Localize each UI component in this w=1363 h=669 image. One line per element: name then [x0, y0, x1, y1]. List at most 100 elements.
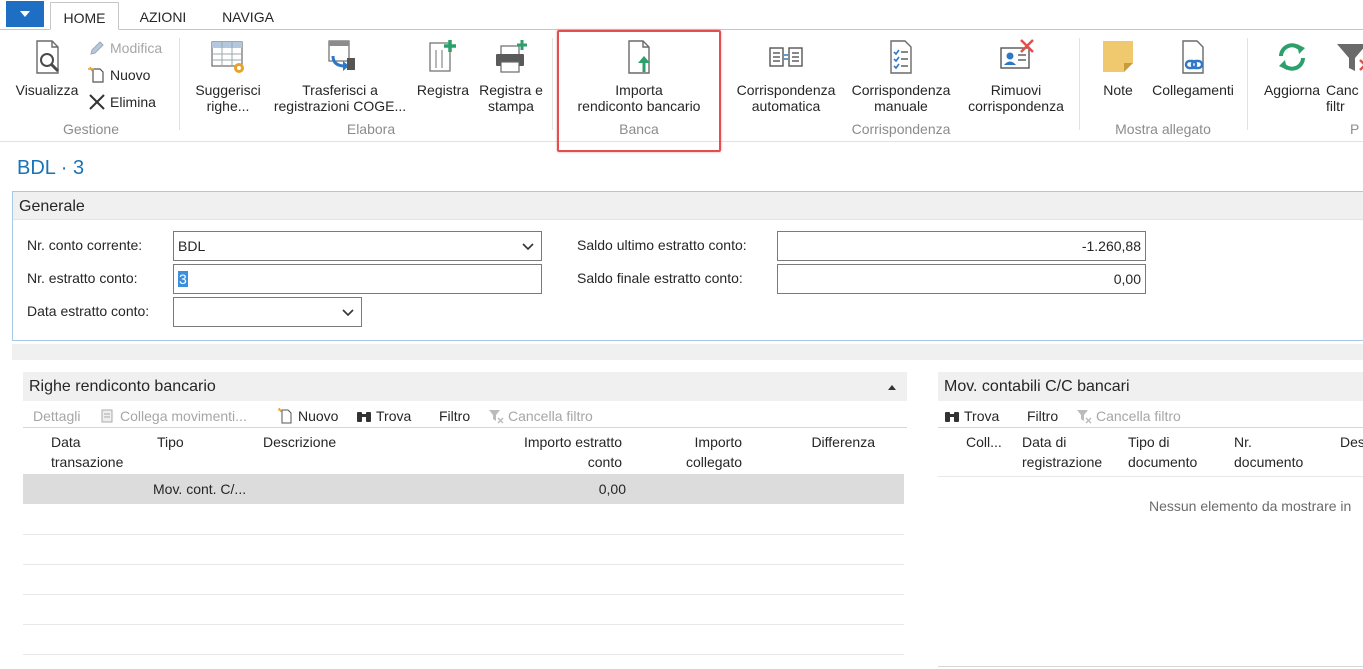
refresh-icon	[1279, 43, 1305, 71]
link-document-icon	[1182, 40, 1204, 74]
view-document-icon	[36, 40, 60, 74]
righe-header[interactable]: Righe rendiconto bancario	[23, 372, 907, 401]
col-descrizione[interactable]: Des	[1340, 432, 1363, 452]
clear-filter-icon	[489, 410, 504, 424]
ribbon-tab-strip: HOME AZIONI NAVIGA	[0, 0, 1363, 30]
tab-azioni[interactable]: AZIONI	[129, 2, 197, 30]
note-button[interactable]: Note	[1094, 38, 1142, 98]
grid-bottom-line	[938, 666, 1363, 667]
corrispondenza-manuale-button[interactable]: Corrispondenza manuale	[845, 38, 957, 114]
visualizza-button[interactable]: Visualizza	[8, 38, 86, 98]
data-estratto-select[interactable]	[173, 297, 362, 327]
righe-rendiconto-subpage: Righe rendiconto bancario Dettagli Colle…	[23, 372, 907, 669]
nr-estratto-value: 3	[178, 271, 188, 287]
grid-row-line	[938, 476, 1363, 477]
manual-match-icon	[890, 40, 912, 74]
collega-movimenti-button[interactable]: Collega movimenti...	[100, 406, 247, 426]
cell-importo: 0,00	[598, 481, 626, 497]
link-entries-icon	[101, 409, 113, 423]
saldo-ultimo-field[interactable]: -1.260,88	[777, 231, 1146, 261]
nuovo-button[interactable]: Nuovo	[88, 65, 150, 85]
pencil-icon	[90, 41, 104, 55]
generale-header[interactable]: Generale	[13, 192, 1363, 220]
cancella-filtro-ribbon-button[interactable]: Canc filtr	[1326, 38, 1363, 114]
col-importo-estratto[interactable]: Importo estratto conto	[493, 432, 622, 472]
suggest-lines-icon	[211, 41, 244, 73]
chevron-down-icon	[342, 309, 354, 317]
tab-home[interactable]: HOME	[50, 2, 119, 30]
post-icon	[429, 40, 456, 72]
filtro-mov-button[interactable]: Filtro	[1027, 406, 1058, 426]
dettagli-button[interactable]: Dettagli	[33, 406, 80, 426]
elimina-button[interactable]: Elimina	[88, 92, 156, 112]
group-separator	[1079, 38, 1080, 130]
saldo-ultimo-label: Saldo ultimo estratto conto:	[577, 237, 747, 253]
nr-conto-value: BDL	[178, 238, 206, 254]
grid-header-line	[938, 427, 1363, 428]
nr-estratto-field[interactable]: 3	[173, 264, 542, 294]
generale-fasttab: Generale Nr. conto corrente: BDL Nr. est…	[12, 191, 1363, 341]
group-label-pagina: P	[1350, 121, 1360, 137]
modifica-button[interactable]: Modifica	[88, 38, 162, 58]
empty-message: Nessun elemento da mostrare in	[1149, 498, 1352, 514]
data-estratto-label: Data estratto conto:	[27, 303, 150, 319]
app-menu-button[interactable]	[6, 1, 44, 27]
new-document-icon	[278, 408, 292, 424]
col-nr-documento[interactable]: Nr. documento	[1234, 432, 1303, 472]
col-descrizione[interactable]: Descrizione	[263, 432, 336, 452]
suggerisci-righe-button[interactable]: Suggerisci righe...	[190, 38, 266, 114]
binoculars-icon	[357, 412, 371, 422]
grid-row-line	[23, 534, 904, 535]
clear-filter-icon	[1337, 44, 1363, 71]
tab-naviga[interactable]: NAVIGA	[211, 2, 285, 30]
col-tipo-documento[interactable]: Tipo di documento	[1128, 432, 1197, 472]
filtro-button[interactable]: Filtro	[439, 406, 470, 426]
righe-title: Righe rendiconto bancario	[29, 378, 216, 395]
grid-row-line	[23, 654, 904, 655]
nuovo-riga-button[interactable]: Nuovo	[278, 406, 338, 426]
col-importo-collegato[interactable]: Importo collegato	[643, 432, 742, 472]
highlight-frame	[557, 30, 721, 152]
mov-contabili-header[interactable]: Mov. contabili C/C bancari	[938, 372, 1363, 401]
binoculars-icon	[945, 412, 959, 422]
group-separator	[1247, 38, 1248, 130]
registra-stampa-button[interactable]: Registra e stampa	[474, 38, 548, 114]
group-label-mostra-allegato: Mostra allegato	[1115, 121, 1211, 137]
trova-mov-button[interactable]: Trova	[944, 406, 999, 426]
grid-header-line	[23, 427, 907, 428]
mov-contabili-subpage: Mov. contabili C/C bancari Trova Filtro …	[938, 372, 1363, 669]
sticky-note-icon	[1103, 41, 1133, 72]
trasferisci-coge-button[interactable]: Trasferisci a registrazioni COGE...	[270, 38, 410, 114]
grid-row-line	[23, 594, 904, 595]
group-label-corrispondenza: Corrispondenza	[851, 121, 951, 137]
saldo-finale-label: Saldo finale estratto conto:	[577, 270, 743, 286]
section-divider	[12, 344, 1363, 360]
group-separator	[179, 38, 180, 130]
col-tipo[interactable]: Tipo	[157, 432, 184, 452]
cell-tipo: Mov. cont. C/...	[153, 481, 247, 497]
delete-x-icon	[89, 94, 105, 110]
nr-conto-select[interactable]: BDL	[173, 231, 542, 261]
collapse-caret-icon[interactable]	[887, 383, 897, 391]
collegamenti-button[interactable]: Collegamenti	[1146, 38, 1240, 98]
col-data-transazione[interactable]: Data transazione	[51, 432, 123, 472]
nr-conto-label: Nr. conto corrente:	[27, 237, 143, 253]
col-coll[interactable]: Coll...	[966, 432, 1002, 452]
aggiorna-button[interactable]: Aggiorna	[1258, 38, 1326, 98]
table-row[interactable]: Mov. cont. C/... 0,00	[23, 474, 904, 504]
group-separator	[552, 38, 553, 130]
saldo-finale-field[interactable]: 0,00	[777, 264, 1146, 294]
trova-button[interactable]: Trova	[356, 406, 411, 426]
corrispondenza-automatica-button[interactable]: Corrispondenza automatica	[730, 38, 842, 114]
remove-match-icon	[1000, 39, 1034, 69]
cancella-filtro-mov-button[interactable]: Cancella filtro	[1076, 406, 1181, 426]
nr-estratto-label: Nr. estratto conto:	[27, 270, 138, 286]
group-label-elabora: Elabora	[346, 121, 396, 137]
post-and-print-icon	[496, 40, 527, 73]
rimuovi-corrispondenza-button[interactable]: Rimuovi corrispondenza	[960, 38, 1072, 114]
dropdown-triangle-icon	[20, 11, 30, 17]
cancella-filtro-button[interactable]: Cancella filtro	[488, 406, 593, 426]
col-differenza[interactable]: Differenza	[773, 432, 875, 452]
col-data-registrazione[interactable]: Data di registrazione	[1022, 432, 1102, 472]
registra-button[interactable]: Registra	[414, 38, 472, 98]
